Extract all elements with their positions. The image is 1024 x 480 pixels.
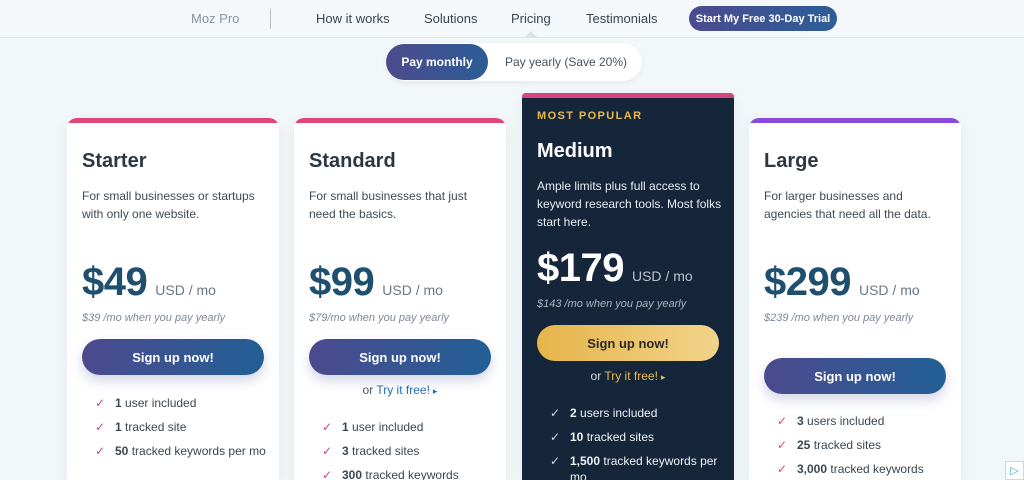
price-row: $99 USD / mo: [309, 260, 443, 305]
feature-item: ✓ 1,500 tracked keywords per mo: [550, 454, 718, 480]
nav-link-testimonials[interactable]: Testimonials: [586, 11, 658, 26]
checkmark-icon: ✓: [550, 430, 561, 444]
chevron-right-icon: ▸: [432, 386, 438, 396]
price-unit: USD / mo: [858, 282, 920, 298]
try-free-link[interactable]: Try it free!: [376, 383, 430, 397]
feature-item: ✓ 1 tracked site: [95, 420, 187, 434]
sign-up-button[interactable]: Sign up now!: [537, 325, 719, 361]
pay-yearly-option[interactable]: Pay yearly (Save 20%): [495, 44, 637, 80]
card-accent-bar: [294, 118, 506, 123]
nav-link-solutions[interactable]: Solutions: [424, 11, 477, 26]
billing-toggle: Pay monthly Pay yearly (Save 20%): [385, 43, 642, 81]
plan-description: For small businesses that just need the …: [309, 189, 468, 221]
most-popular-badge: MOST POPULAR: [537, 110, 643, 122]
feature-list: ✓ 2 users included ✓ 10 tracked sites ✓ 1,5…: [550, 405, 722, 480]
nav-link-pricing[interactable]: Pricing: [511, 11, 551, 26]
price-row: $179 USD / mo: [537, 246, 693, 291]
plan-name: Medium: [537, 140, 613, 162]
plan-name: Standard: [309, 150, 396, 172]
sign-up-button[interactable]: Sign up now!: [764, 358, 946, 394]
feature-item: ✓ 2 users included: [550, 406, 658, 420]
plan-card-large: Large For larger businesses and agencies…: [749, 118, 961, 480]
feature-item: ✓ 25 tracked sites: [777, 438, 882, 452]
feature-list: ✓ 3 users included ✓ 25 tracked sites ✓ 3,0…: [777, 413, 949, 480]
card-accent-bar: [522, 93, 734, 98]
plan-description: For larger businesses and agencies that …: [764, 189, 931, 221]
feature-item: ✓ 3,000 tracked keywords: [777, 462, 924, 476]
pay-monthly-option[interactable]: Pay monthly: [386, 44, 488, 80]
plan-name: Large: [764, 150, 819, 172]
yearly-price-note: $239 /mo when you pay yearly: [764, 312, 914, 324]
checkmark-icon: ✓: [550, 406, 561, 420]
price-unit: USD / mo: [155, 282, 216, 298]
checkmark-icon: ✓: [95, 420, 106, 434]
plan-price: $49: [82, 260, 148, 304]
start-trial-button[interactable]: Start My Free 30-Day Trial: [689, 6, 837, 31]
plan-card-standard: Standard For small businesses that just …: [294, 118, 506, 480]
try-prefix: or: [590, 369, 605, 383]
checkmark-icon: ✓: [95, 396, 106, 410]
card-accent-bar: [67, 118, 279, 123]
feature-item: ✓ 3 tracked sites: [322, 444, 420, 458]
plan-card-medium: MOST POPULAR Medium Ample limits plus fu…: [522, 93, 734, 480]
sign-up-button[interactable]: Sign up now!: [309, 339, 491, 375]
chevron-right-icon: ▸: [660, 372, 666, 382]
plan-name: Starter: [82, 150, 147, 172]
nav-link-how-it-works[interactable]: How it works: [316, 11, 390, 26]
yearly-price-note: $79/mo when you pay yearly: [309, 312, 450, 324]
price-unit: USD / mo: [382, 282, 443, 298]
price-unit: USD / mo: [631, 268, 693, 284]
nav-brand[interactable]: Moz Pro: [191, 11, 239, 26]
plan-price: $99: [309, 260, 375, 304]
plan-description: Ample limits plus full access to keyword…: [537, 179, 722, 229]
feature-list: ✓ 1 user included ✓ 1 tracked site ✓ 50 tra…: [95, 395, 267, 467]
checkmark-icon: ✓: [322, 444, 333, 458]
sign-up-button[interactable]: Sign up now!: [82, 339, 264, 375]
checkmark-icon: ✓: [777, 438, 788, 452]
checkmark-icon: ✓: [95, 444, 106, 458]
checkmark-icon: ✓: [777, 414, 788, 428]
plan-card-starter: Starter For small businesses or startups…: [67, 118, 279, 480]
adchoices-icon[interactable]: ▷: [1005, 461, 1024, 480]
feature-list: ✓ 1 user included ✓ 3 tracked sites ✓ 300 t…: [322, 419, 494, 480]
price-row: $299 USD / mo: [764, 260, 920, 305]
card-accent-bar: [749, 118, 961, 123]
price-row: $49 USD / mo: [82, 260, 216, 305]
active-nav-indicator: [524, 31, 538, 38]
plan-description: For small businesses or startups with on…: [82, 189, 255, 221]
try-free-row: or Try it free! ▸: [522, 369, 734, 383]
try-free-link[interactable]: Try it free!: [604, 369, 658, 383]
yearly-price-note: $143 /mo when you pay yearly: [537, 298, 687, 310]
checkmark-icon: ✓: [322, 420, 333, 434]
try-prefix: or: [362, 383, 377, 397]
feature-item: ✓ 300 tracked keywords: [322, 467, 494, 480]
plan-price: $299: [764, 260, 851, 304]
feature-item: ✓ 50 tracked keywords per mo: [95, 444, 266, 458]
feature-item: ✓ 10 tracked sites: [550, 430, 655, 444]
feature-item: ✓ 1 user included: [95, 396, 197, 410]
try-free-row: or Try it free! ▸: [294, 383, 506, 397]
nav-divider: [270, 9, 271, 29]
yearly-price-note: $39 /mo when you pay yearly: [82, 312, 226, 324]
checkmark-icon: ✓: [322, 468, 333, 480]
checkmark-icon: ✓: [550, 454, 561, 468]
feature-item: ✓ 3 users included: [777, 414, 885, 428]
checkmark-icon: ✓: [777, 462, 788, 476]
plan-price: $179: [537, 246, 624, 290]
top-nav: Moz Pro How it works Solutions Pricing T…: [0, 0, 1024, 38]
feature-item: ✓ 1 user included: [322, 420, 424, 434]
